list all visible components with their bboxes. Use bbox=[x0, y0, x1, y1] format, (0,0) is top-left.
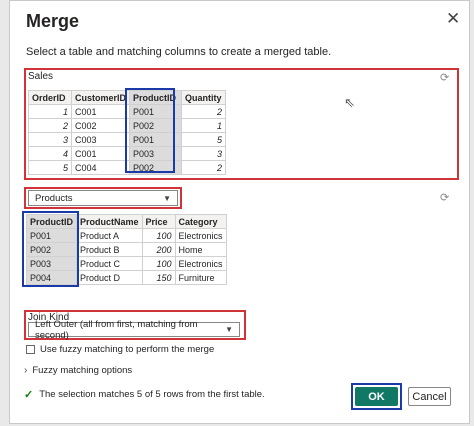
table-cell: 5 bbox=[28, 160, 72, 175]
table-cell: Electronics bbox=[174, 228, 227, 243]
table-cell: C003 bbox=[70, 132, 131, 147]
chevron-down-icon: ▼ bbox=[163, 193, 171, 203]
table-cell: 1 bbox=[28, 104, 72, 119]
chevron-down-icon: ▼ bbox=[225, 325, 233, 334]
cancel-button[interactable]: Cancel bbox=[408, 387, 451, 406]
second-table-value: Products bbox=[35, 192, 73, 204]
table-cell: 2 bbox=[181, 160, 227, 175]
merge-dialog: Merge ✕ Select a table and matching colu… bbox=[9, 0, 470, 424]
table-cell: 3 bbox=[181, 146, 227, 161]
table-cell: 100 bbox=[141, 256, 176, 271]
fuzzy-matching-option[interactable]: Use fuzzy matching to perform the merge bbox=[26, 344, 214, 355]
first-table-label: Sales bbox=[28, 71, 54, 82]
fuzzy-matching-checkbox[interactable] bbox=[26, 345, 35, 354]
table-cell: Product D bbox=[76, 270, 143, 285]
table-cell: 3 bbox=[28, 132, 72, 147]
fuzzy-options-label: Fuzzy matching options bbox=[32, 365, 133, 376]
ok-button[interactable]: OK bbox=[355, 387, 398, 406]
table-cell: Electronics bbox=[174, 256, 227, 271]
table-cell: 2 bbox=[181, 104, 227, 119]
table-cell: C001 bbox=[70, 146, 131, 161]
checkmark-icon: ✓ bbox=[24, 389, 34, 401]
table-cell: 1 bbox=[181, 118, 227, 133]
table-cell: C001 bbox=[70, 104, 131, 119]
second-col-header[interactable]: ProductName bbox=[76, 214, 143, 229]
fuzzy-matching-label: Use fuzzy matching to perform the merge bbox=[40, 344, 215, 355]
second-col-header[interactable]: Category bbox=[174, 214, 227, 229]
table-cell: Home bbox=[174, 242, 227, 257]
table-cell: 5 bbox=[181, 132, 227, 147]
table-cell: 200 bbox=[141, 242, 176, 257]
dialog-subtitle: Select a table and matching columns to c… bbox=[26, 46, 332, 58]
table-cell: 4 bbox=[28, 146, 72, 161]
table-cell: Product A bbox=[76, 228, 143, 243]
refresh-icon[interactable]: ⟳ bbox=[440, 191, 449, 204]
match-status: ✓ The selection matches 5 of 5 rows from… bbox=[24, 388, 265, 401]
table-cell: 150 bbox=[141, 270, 176, 285]
table-cell: C002 bbox=[70, 118, 131, 133]
table-cell: Furniture bbox=[174, 270, 227, 285]
table-cell: Product C bbox=[76, 256, 143, 271]
second-col-header[interactable]: Price bbox=[141, 214, 176, 229]
first-col-header[interactable]: OrderID bbox=[28, 90, 72, 105]
cursor-icon: ⇖ bbox=[344, 95, 355, 110]
dialog-title: Merge bbox=[26, 11, 80, 31]
fuzzy-options-toggle[interactable]: › Fuzzy matching options bbox=[24, 365, 132, 376]
first-col-header[interactable]: Quantity bbox=[181, 90, 227, 105]
chevron-right-icon: › bbox=[24, 365, 28, 376]
table-cell: 2 bbox=[28, 118, 72, 133]
second-key-column-highlight bbox=[22, 211, 79, 287]
first-col-header[interactable]: CustomerID bbox=[70, 90, 131, 105]
match-status-text: The selection matches 5 of 5 rows from t… bbox=[39, 389, 265, 400]
second-table-select[interactable]: Products ▼ bbox=[28, 190, 178, 206]
table-cell: 100 bbox=[141, 228, 176, 243]
close-icon[interactable]: ✕ bbox=[446, 9, 460, 29]
join-kind-select[interactable]: Left Outer (all from first, matching fro… bbox=[28, 319, 240, 341]
table-cell: Product B bbox=[76, 242, 143, 257]
refresh-icon[interactable]: ⟳ bbox=[440, 71, 449, 84]
table-cell: C004 bbox=[70, 160, 131, 175]
join-kind-value: Left Outer (all from first, matching fro… bbox=[35, 318, 198, 341]
first-key-column-highlight bbox=[125, 88, 175, 173]
